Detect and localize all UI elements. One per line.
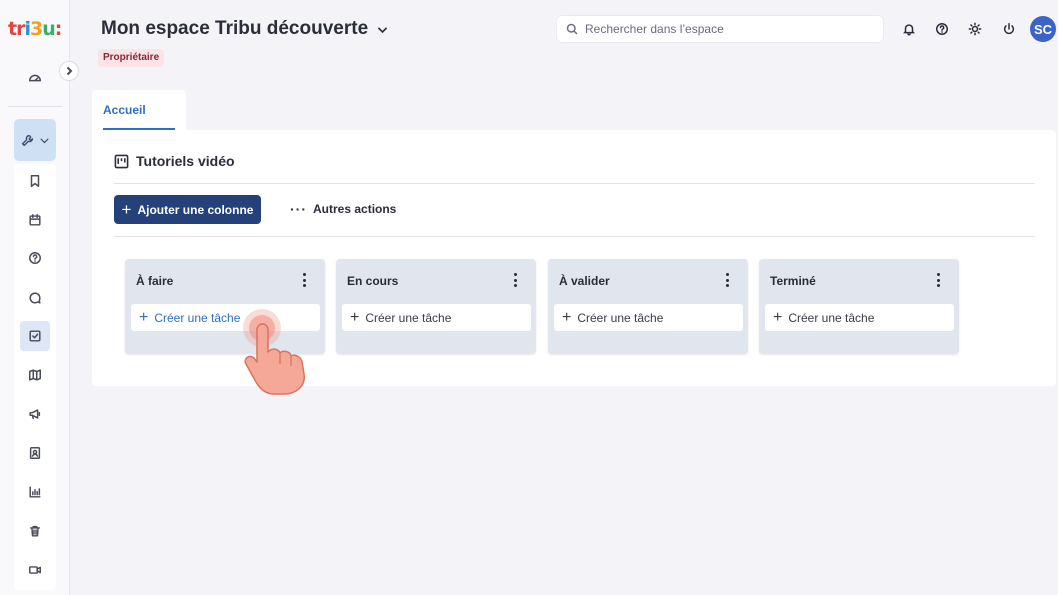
column-title: À faire bbox=[136, 274, 174, 288]
column-menu-icon[interactable] bbox=[724, 273, 730, 287]
chat-icon[interactable] bbox=[20, 283, 50, 313]
column-menu-icon[interactable] bbox=[512, 273, 518, 287]
create-task-label: Créer une tâche bbox=[577, 310, 664, 325]
map-icon[interactable] bbox=[20, 360, 50, 390]
pointer-hand-icon bbox=[243, 309, 305, 395]
search-input[interactable] bbox=[585, 22, 865, 36]
page-title: Mon espace Tribu découverte bbox=[101, 18, 369, 39]
role-badge: Propriétaire bbox=[98, 49, 165, 67]
power-icon[interactable] bbox=[998, 18, 1020, 40]
bookmark-icon[interactable] bbox=[20, 166, 50, 196]
tab-label[interactable]: Accueil bbox=[103, 103, 146, 117]
trash-icon[interactable] bbox=[20, 516, 50, 546]
megaphone-icon[interactable] bbox=[20, 399, 50, 429]
plus-icon: + bbox=[562, 308, 572, 326]
calendar-icon[interactable] bbox=[20, 205, 50, 235]
divider bbox=[114, 236, 1035, 237]
chevron-down-icon bbox=[378, 26, 388, 33]
sidebar-rail: tri3u: bbox=[0, 0, 70, 595]
more-actions-button[interactable]: ··· Autres actions bbox=[290, 202, 396, 216]
board-column: Terminé + Créer une tâche bbox=[759, 259, 959, 354]
expand-sidebar-button[interactable] bbox=[59, 61, 79, 81]
dashboard-icon[interactable] bbox=[20, 63, 50, 93]
column-title: En cours bbox=[347, 274, 399, 288]
create-task-label: Créer une tâche bbox=[365, 310, 452, 325]
video-icon[interactable] bbox=[20, 555, 50, 585]
chevron-right-icon bbox=[66, 66, 73, 76]
tribu-logo[interactable]: tri3u: bbox=[8, 18, 62, 40]
wrench-icon bbox=[21, 134, 33, 146]
create-task-button[interactable]: + Créer une tâche bbox=[342, 304, 531, 331]
avatar[interactable]: SC bbox=[1030, 16, 1056, 42]
kanban-icon bbox=[114, 154, 129, 168]
tools-menu-button[interactable] bbox=[14, 119, 56, 161]
board-column: En cours + Créer une tâche bbox=[336, 259, 536, 354]
chevron-down-icon bbox=[39, 138, 49, 143]
add-column-label: Ajouter une colonne bbox=[137, 202, 254, 217]
plus-icon: + bbox=[773, 308, 783, 326]
column-title: Terminé bbox=[770, 274, 816, 288]
search-bar[interactable] bbox=[556, 15, 884, 43]
column-menu-icon[interactable] bbox=[301, 273, 307, 287]
more-actions-label: Autres actions bbox=[313, 202, 397, 216]
divider bbox=[114, 183, 1035, 184]
theme-sun-icon[interactable] bbox=[964, 18, 986, 40]
board-title: Tutoriels vidéo bbox=[114, 153, 235, 169]
create-task-button[interactable]: + Créer une tâche bbox=[554, 304, 743, 331]
contacts-icon[interactable] bbox=[20, 438, 50, 468]
create-task-label: Créer une tâche bbox=[154, 310, 241, 325]
create-task-button[interactable]: + Créer une tâche bbox=[765, 304, 954, 331]
plus-icon: + bbox=[121, 200, 132, 219]
add-column-button[interactable]: + Ajouter une colonne bbox=[114, 195, 261, 224]
space-title-dropdown[interactable]: Mon espace Tribu découverte bbox=[101, 18, 389, 40]
create-task-label: Créer une tâche bbox=[788, 310, 875, 325]
sidebar-divider bbox=[8, 106, 62, 107]
plus-icon: + bbox=[139, 308, 149, 326]
notifications-icon[interactable] bbox=[898, 18, 920, 40]
board-column: À valider + Créer une tâche bbox=[548, 259, 748, 354]
search-icon bbox=[566, 23, 578, 35]
help-icon[interactable] bbox=[20, 243, 50, 273]
column-title: À valider bbox=[559, 274, 610, 288]
more-horizontal-icon: ··· bbox=[290, 201, 307, 217]
tasks-icon[interactable] bbox=[20, 321, 50, 351]
plus-icon: + bbox=[350, 308, 360, 326]
stats-icon[interactable] bbox=[20, 477, 50, 507]
column-menu-icon[interactable] bbox=[935, 273, 941, 287]
help-circle-icon[interactable] bbox=[931, 18, 953, 40]
board-title-text: Tutoriels vidéo bbox=[136, 153, 235, 169]
